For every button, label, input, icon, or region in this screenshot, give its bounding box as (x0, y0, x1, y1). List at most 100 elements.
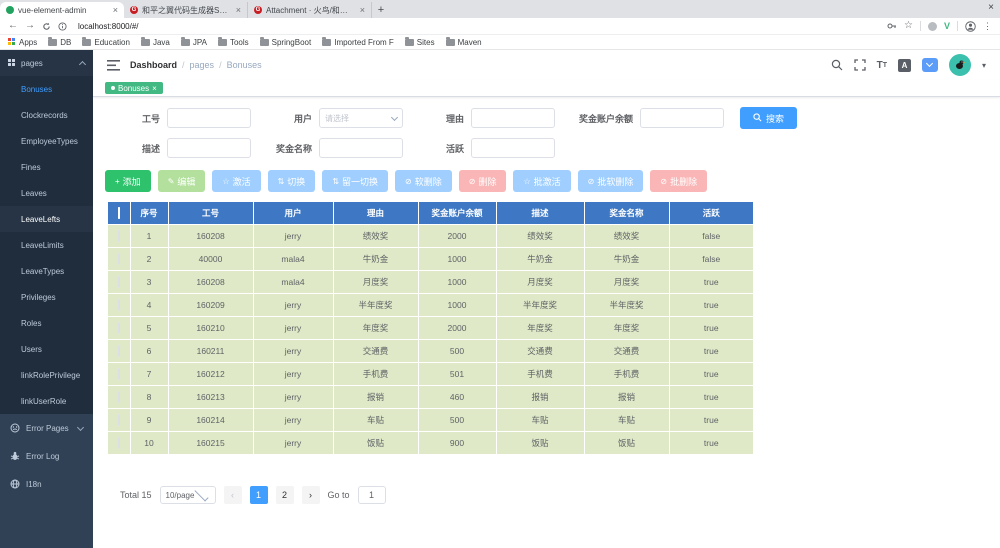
user-select[interactable]: 请选择 (319, 108, 403, 128)
table-row[interactable]: 10 160215 jerry 饭贴 900 饭贴 饭贴 true (108, 430, 753, 454)
bookmark-item[interactable]: SpringBoot (259, 36, 311, 47)
vue-devtools-icon[interactable]: V (944, 21, 950, 31)
bookmark-item[interactable]: Sites (404, 36, 435, 47)
filter-input[interactable] (319, 138, 403, 158)
row-checkbox[interactable] (117, 229, 120, 242)
select-all-checkbox[interactable] (117, 206, 120, 219)
column-header: 工号 (168, 202, 254, 224)
breadcrumb-item[interactable]: pages (190, 60, 215, 70)
divider (919, 21, 921, 31)
sidebar-group-label: pages (21, 58, 43, 68)
goto-page-input[interactable] (357, 486, 386, 504)
bookmark-item[interactable]: Apps (8, 38, 37, 47)
window-close-button[interactable]: × (988, 2, 994, 13)
sidebar-item-error-pages[interactable]: Error Pages (0, 414, 93, 442)
browser-menu-icon[interactable]: ⋮ (983, 21, 992, 32)
row-checkbox[interactable] (117, 344, 120, 357)
table-row[interactable]: 4 160209 jerry 半年度奖 1000 半年度奖 半年度奖 true (108, 292, 753, 316)
row-checkbox[interactable] (117, 252, 120, 265)
sidebar-item-linkuserrole[interactable]: linkUserRole (0, 388, 93, 414)
dropdown-icon[interactable] (921, 58, 938, 72)
row-checkbox[interactable] (117, 298, 120, 311)
filter-input[interactable] (167, 138, 251, 158)
next-page-button[interactable]: › (301, 486, 320, 504)
prev-page-button[interactable]: ‹ (223, 486, 242, 504)
caret-down-icon[interactable]: ▾ (982, 61, 986, 70)
page-button-1[interactable]: 1 (249, 486, 268, 504)
bookmark-star-icon[interactable]: ☆ (904, 21, 913, 31)
site-info-icon[interactable] (58, 21, 67, 31)
tag-close-icon[interactable]: × (152, 84, 157, 93)
new-tab-button[interactable]: + (372, 2, 390, 18)
sidebar-item-privileges[interactable]: Privileges (0, 284, 93, 310)
sidebar-item-leaves[interactable]: Leaves (0, 180, 93, 206)
sidebar-item-clockrecords[interactable]: Clockrecords (0, 102, 93, 128)
bookmark-item[interactable]: Java (140, 36, 170, 47)
留一切换-button: ⇅ 留一切换 (322, 170, 389, 192)
sidebar-item-bonuses[interactable]: Bonuses (0, 76, 93, 102)
filter-input[interactable] (167, 108, 251, 128)
forward-icon[interactable]: → (25, 21, 35, 31)
sidebar-item-users[interactable]: Users (0, 336, 93, 362)
table-row[interactable]: 8 160213 jerry 报销 460 报销 报销 true (108, 384, 753, 408)
filter-input[interactable] (640, 108, 724, 128)
filter-item: 用户 请选择 (257, 108, 403, 128)
tab-close-icon[interactable]: × (236, 5, 241, 15)
sidebar-item-leavelimits[interactable]: LeaveLimits (0, 232, 93, 258)
bookmark-item[interactable]: DB (48, 36, 71, 47)
sidebar-item-leavelefts[interactable]: LeaveLefts (0, 206, 93, 232)
search-icon[interactable] (831, 59, 843, 71)
bookmark-item[interactable]: Imported From F (322, 36, 394, 47)
bookmark-item[interactable]: Education (82, 36, 130, 47)
sidebar-item-linkroleprivilege[interactable]: linkRolePrivilege (0, 362, 93, 388)
row-checkbox[interactable] (117, 275, 120, 288)
row-checkbox[interactable] (117, 436, 120, 449)
breadcrumb-item[interactable]: Bonuses (227, 60, 262, 70)
tab-close-icon[interactable]: × (360, 5, 365, 15)
page-button-2[interactable]: 2 (275, 486, 294, 504)
tab-close-icon[interactable]: × (113, 5, 118, 15)
sidebar-item-leavetypes[interactable]: LeaveTypes (0, 258, 93, 284)
sidebar-item-roles[interactable]: Roles (0, 310, 93, 336)
table-row[interactable]: 5 160210 jerry 年度奖 2000 年度奖 年度奖 true (108, 315, 753, 339)
sidebar-item-i18n[interactable]: I18n (0, 470, 93, 498)
language-icon[interactable]: A (897, 58, 911, 72)
table-row[interactable]: 3 160208 mala4 月度奖 1000 月度奖 月度奖 true (108, 269, 753, 293)
sidebar-item-employeetypes[interactable]: EmployeeTypes (0, 128, 93, 154)
hamburger-icon[interactable] (107, 59, 120, 71)
添加-button[interactable]: + 添加 (105, 170, 151, 192)
filter-input[interactable] (471, 108, 555, 128)
row-checkbox[interactable] (117, 413, 120, 426)
table-row[interactable]: 9 160214 jerry 车贴 500 车贴 车贴 true (108, 407, 753, 431)
table-row[interactable]: 7 160212 jerry 手机费 501 手机费 手机费 true (108, 361, 753, 385)
extension-icon[interactable] (927, 21, 937, 31)
table-row[interactable]: 1 160208 jerry 绩效奖 2000 绩效奖 绩效奖 false (108, 223, 753, 247)
avatar[interactable] (948, 54, 971, 76)
text-size-icon[interactable]: TT (877, 60, 887, 71)
table-row[interactable]: 6 160211 jerry 交通费 500 交通费 交通费 true (108, 338, 753, 362)
page-size-select[interactable]: 10/page (159, 486, 216, 504)
url-text[interactable]: localhost:8000/#/ (78, 22, 880, 31)
back-icon[interactable]: ← (8, 21, 18, 31)
bookmark-item[interactable]: JPA (180, 36, 207, 47)
table-row[interactable]: 2 40000 mala4 牛奶金 1000 牛奶金 牛奶金 false (108, 246, 753, 270)
row-checkbox[interactable] (117, 367, 120, 380)
sidebar-item-fines[interactable]: Fines (0, 154, 93, 180)
browser-tab[interactable]: G 和平之翼代码生成器SMEU × (124, 2, 248, 18)
bookmark-item[interactable]: Tools (217, 36, 249, 47)
table-cell: 160210 (168, 315, 254, 339)
row-checkbox[interactable] (117, 390, 120, 403)
refresh-icon[interactable] (42, 22, 51, 31)
browser-tab[interactable]: vue-element-admin × (0, 2, 124, 18)
row-checkbox[interactable] (117, 321, 120, 334)
bookmark-item[interactable]: Maven (445, 36, 482, 47)
sidebar-item-error-log[interactable]: Error Log (0, 442, 93, 470)
search-button[interactable]: 搜索 (740, 107, 798, 129)
filter-input[interactable] (471, 138, 555, 158)
tag-bonuses[interactable]: Bonuses × (105, 82, 163, 94)
browser-tab[interactable]: G Attachment · 火鸟/和平之翼 × (248, 2, 372, 18)
profile-icon[interactable] (965, 20, 976, 32)
password-key-icon[interactable] (887, 21, 897, 31)
sidebar-group-pages[interactable]: pages (0, 50, 93, 76)
fullscreen-icon[interactable] (853, 59, 866, 71)
